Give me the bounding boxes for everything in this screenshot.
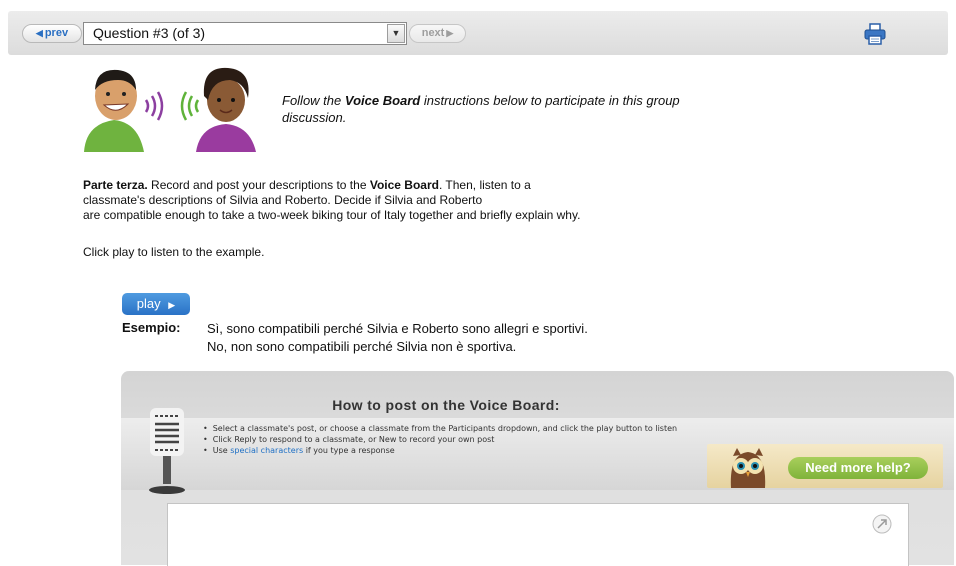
voice-board-title: How to post on the Voice Board: xyxy=(332,397,560,413)
question-select-value: Question #3 (of 3) xyxy=(93,25,206,41)
example-line-2: No, non sono compatibili perché Silvia n… xyxy=(207,339,517,354)
play-arrow-icon: ▶ xyxy=(168,300,176,310)
play-button[interactable]: play ▶ xyxy=(122,293,190,315)
instructions-part1: Record and post your descriptions to the xyxy=(147,178,370,192)
intro-text-bold: Voice Board xyxy=(344,93,421,108)
prev-label: prev xyxy=(44,27,69,39)
step-2: Click Reply to respond to a classmate, o… xyxy=(203,434,677,445)
help-banner: Need more help? xyxy=(707,444,943,488)
printer-icon[interactable] xyxy=(864,23,886,50)
owl-icon xyxy=(727,446,769,493)
intro-text: Follow the Voice Board instructions belo… xyxy=(282,92,702,126)
example-line-1: Sì, sono compatibili perché Silvia e Rob… xyxy=(207,321,588,336)
question-nav-bar: ◀ prev Question #3 (of 3) ▼ next ▶ xyxy=(8,11,948,55)
next-arrow-icon: ▶ xyxy=(446,28,454,38)
voice-board-post-area[interactable] xyxy=(167,503,909,566)
question-select[interactable]: Question #3 (of 3) ▼ xyxy=(83,22,407,45)
expand-icon[interactable] xyxy=(872,514,892,539)
special-characters-link[interactable]: special characters xyxy=(230,446,303,455)
intro-text-before: Follow the xyxy=(282,93,345,108)
instructions-part2: . Then, listen to a xyxy=(438,178,531,192)
voice-board-panel: How to post on the Voice Board: Select a… xyxy=(121,371,954,566)
next-label: next xyxy=(421,27,445,39)
instructions-line3: are compatible enough to take a two-week… xyxy=(83,208,581,222)
example-label: Esempio: xyxy=(122,320,181,335)
click-play-text: Click play to listen to the example. xyxy=(83,245,265,259)
instructions-lead: Parte terza. xyxy=(83,178,148,192)
step-3: Use special characters if you type a res… xyxy=(203,445,677,456)
activity-instructions: Parte terza. Record and post your descri… xyxy=(83,178,683,223)
microphone-icon xyxy=(146,408,188,499)
prev-button[interactable]: ◀ prev xyxy=(22,24,82,43)
step-3-after: if you type a response xyxy=(303,446,395,455)
step-3-before: Use xyxy=(212,446,231,455)
discussion-illustration xyxy=(80,60,260,157)
need-more-help-button[interactable]: Need more help? xyxy=(788,457,928,479)
instructions-line2: classmate's descriptions of Silvia and R… xyxy=(83,193,483,207)
voice-board-steps: Select a classmate's post, or choose a c… xyxy=(203,423,677,456)
example-sentences: Sì, sono compatibili perché Silvia e Rob… xyxy=(207,320,588,356)
step-1: Select a classmate's post, or choose a c… xyxy=(203,423,677,434)
prev-arrow-icon: ◀ xyxy=(35,28,43,38)
instructions-voice-board: Voice Board xyxy=(369,178,439,192)
dropdown-arrow-icon[interactable]: ▼ xyxy=(387,24,405,43)
play-label: play xyxy=(136,296,161,311)
next-button[interactable]: next ▶ xyxy=(409,24,466,43)
